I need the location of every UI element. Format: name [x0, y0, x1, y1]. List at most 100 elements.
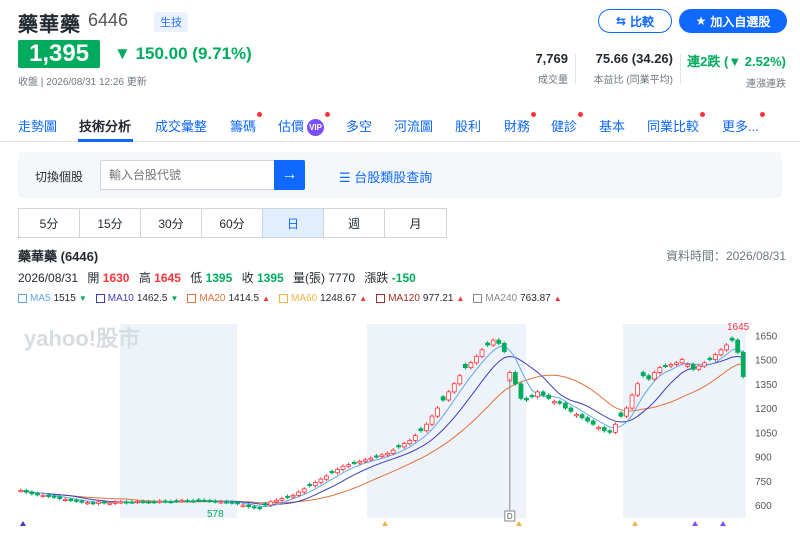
- candle-body: [190, 500, 196, 503]
- compare-button[interactable]: ⇆ 比較: [598, 9, 672, 33]
- ma-legend-item[interactable]: MA5 1515 ▼: [18, 293, 87, 304]
- tab-peers[interactable]: 同業比較: [647, 112, 706, 135]
- ma-legend-item[interactable]: MA120 977.21 ▲: [376, 293, 464, 304]
- candle-body: [257, 507, 263, 510]
- arrow-right-icon: →: [281, 166, 298, 183]
- ma-name: MA10: [107, 293, 134, 304]
- candle-body: [118, 501, 124, 504]
- add-watchlist-button[interactable]: ★ 加入自選股: [679, 9, 787, 33]
- candle-body: [529, 395, 535, 398]
- candle-body: [301, 488, 307, 493]
- candle-body: [101, 501, 107, 504]
- candle-body: [685, 364, 691, 367]
- stat-streak: 連2跌 (▼ 2.52%) 連漲連跌: [687, 51, 786, 90]
- candle-body: [563, 402, 568, 409]
- candle-body: [590, 420, 596, 425]
- y-tick-label: 1050: [755, 428, 778, 439]
- event-triangle-icon: [382, 521, 388, 526]
- event-triangle-icon: [632, 521, 638, 526]
- ma-name: MA5: [30, 293, 51, 304]
- search-go-button[interactable]: →: [274, 160, 305, 190]
- candle-body: [496, 339, 502, 344]
- tab-trend[interactable]: 走勢圖: [18, 116, 57, 135]
- star-icon: ★: [695, 14, 707, 28]
- stat-label: 成交量: [538, 75, 568, 86]
- period-15min[interactable]: 15分: [80, 209, 141, 237]
- volume-label: 量(張): [293, 271, 326, 285]
- candle-body: [663, 364, 668, 367]
- candle-body: [68, 499, 74, 502]
- candle-body: [329, 471, 335, 474]
- ma-legend-item[interactable]: MA60 1248.67 ▲: [279, 293, 367, 304]
- candlestick-chart[interactable]: yahoo!股市 600 750 900 1050 1200 1350 1500 1650 D 16…: [14, 318, 786, 530]
- candle-body: [224, 501, 229, 504]
- tab-bull-bear[interactable]: 多空: [346, 116, 372, 135]
- ma-legend-item[interactable]: MA10 1462.5 ▼: [95, 293, 178, 304]
- candle-body: [324, 475, 329, 480]
- candle-body: [635, 383, 641, 396]
- candle-body: [596, 427, 602, 430]
- candle-body: [73, 499, 79, 502]
- stock-code: 6446: [88, 10, 129, 30]
- tab-chips[interactable]: 籌碼: [230, 112, 263, 135]
- candle-body: [57, 496, 63, 500]
- candle-body: [340, 465, 346, 470]
- candle-body: [235, 502, 240, 505]
- data-time: 資料時間：2026/08/31: [665, 249, 786, 263]
- candle-body: [607, 430, 613, 433]
- ma-value: 1462.5: [136, 293, 168, 304]
- candle-body: [151, 501, 157, 504]
- period-5min[interactable]: 5分: [19, 209, 80, 237]
- tab-finance[interactable]: 財務: [504, 112, 537, 135]
- candle-body: [446, 391, 452, 401]
- tab-valuation[interactable]: 估價 VIP: [278, 112, 331, 136]
- tab-basic[interactable]: 基本: [599, 116, 625, 135]
- tab-health[interactable]: 健診: [551, 112, 584, 135]
- sector-tag[interactable]: 生技: [154, 12, 188, 32]
- period-month[interactable]: 月: [385, 209, 446, 237]
- candle-body: [179, 500, 185, 503]
- candle-body: [335, 469, 340, 474]
- ma-legend-item[interactable]: MA240 763.87 ▲: [473, 293, 562, 304]
- tab-label: 籌碼: [230, 119, 257, 134]
- candle-body: [574, 414, 579, 417]
- candle-body: [351, 461, 357, 464]
- low-value: 1395: [205, 271, 233, 285]
- candle-body: [535, 391, 540, 398]
- price-change: ▼ 150.00 (9.71%): [114, 44, 252, 64]
- candle-body: [512, 372, 518, 385]
- change-label: 漲跌: [364, 271, 389, 285]
- tab-river[interactable]: 河流圖: [394, 116, 433, 135]
- candle-body: [640, 372, 646, 377]
- checkbox-icon: [376, 294, 386, 303]
- tab-label: 健診: [551, 119, 578, 134]
- checkbox-icon: [473, 294, 483, 303]
- candle-body: [396, 445, 402, 448]
- period-week[interactable]: 週: [324, 209, 385, 237]
- period-30min[interactable]: 30分: [141, 209, 202, 237]
- period-day[interactable]: 日: [263, 209, 324, 237]
- category-search-label: 台股類股查詢: [354, 170, 433, 185]
- switch-stock-label: 切換個股: [35, 170, 84, 184]
- low-label: 低: [190, 271, 203, 285]
- y-tick-label: 1500: [755, 356, 778, 367]
- new-dot-icon: [531, 112, 537, 117]
- tab-technical[interactable]: 技術分析: [79, 116, 131, 135]
- candle-body: [129, 501, 135, 504]
- candle-body: [279, 498, 285, 501]
- candle-body: [624, 407, 629, 417]
- stock-code-input[interactable]: [100, 160, 276, 190]
- ma-legend-item[interactable]: MA20 1414.5 ▲: [187, 293, 270, 304]
- category-search-link[interactable]: ☰ 台股類股查詢: [339, 167, 432, 186]
- candle-body: [435, 407, 440, 417]
- tab-more[interactable]: 更多...: [722, 112, 765, 135]
- change-value: -150: [391, 271, 416, 285]
- period-60min[interactable]: 60分: [202, 209, 263, 237]
- candle-body: [474, 355, 479, 364]
- candle-body: [390, 449, 396, 454]
- tab-trades[interactable]: 成交彙整: [155, 116, 207, 135]
- candle-body: [196, 499, 201, 502]
- candle-body: [51, 495, 57, 498]
- tab-dividend[interactable]: 股利: [455, 116, 481, 135]
- candle-body: [490, 339, 496, 346]
